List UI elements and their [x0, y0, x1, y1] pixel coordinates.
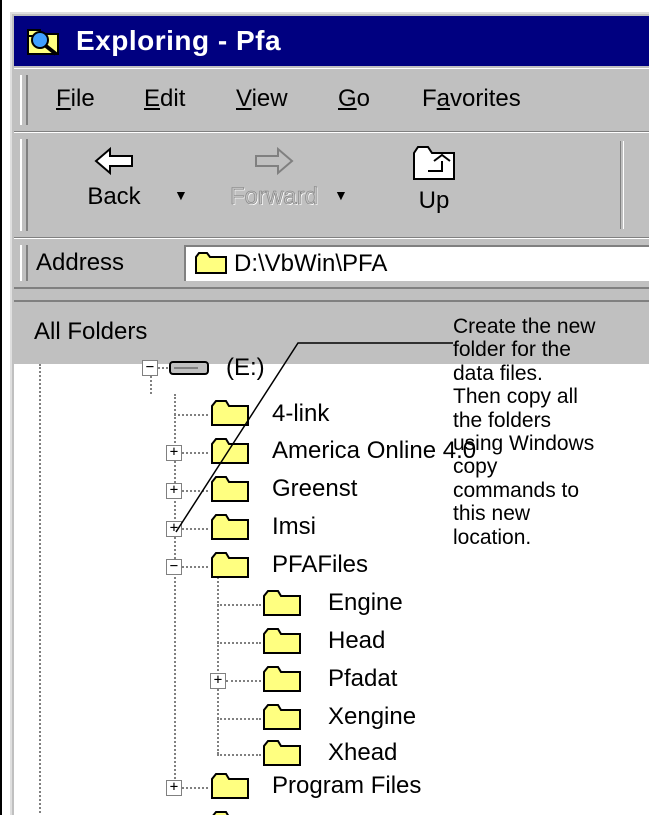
address-bar-grip[interactable] [20, 245, 28, 281]
annotation-line: location. [453, 525, 532, 549]
tree-line [217, 574, 219, 754]
tree-line [39, 364, 41, 815]
tree-item-xengine[interactable]: Xengine [328, 703, 416, 731]
collapse-drive-toggle[interactable]: − [142, 360, 158, 376]
toolbar-separator [620, 141, 624, 229]
folder-icon [195, 252, 227, 274]
tree-item-drive-e[interactable]: (E:) [226, 354, 265, 382]
up-button[interactable]: Up [374, 143, 494, 227]
drive-icon [169, 361, 209, 375]
tree-line [182, 787, 208, 789]
annotation-line: this new [453, 502, 531, 526]
forward-label: Forward [229, 183, 319, 211]
tree-line [217, 642, 261, 644]
annotation-callout: Create the new folder for the data files… [453, 315, 595, 549]
tree-item-america-online[interactable]: America Online 4.0 [272, 437, 476, 465]
folder-icon [263, 740, 301, 766]
expand-toggle[interactable]: + [210, 673, 226, 689]
forward-dropdown-arrow[interactable]: ▼ [334, 187, 348, 203]
expand-toggle[interactable]: + [166, 483, 182, 499]
address-value: D:\VbWin\PFA [234, 250, 388, 277]
forward-arrow-icon [255, 146, 294, 176]
tree-item-pfafiles[interactable]: PFAFiles [272, 551, 368, 579]
expand-toggle[interactable]: + [166, 780, 182, 796]
tree-line [174, 414, 208, 416]
tree-line [158, 367, 168, 369]
folder-icon [211, 773, 249, 799]
menu-view[interactable]: View [236, 85, 288, 113]
tree-line [217, 604, 261, 606]
folders-pane-title: All Folders [34, 318, 148, 345]
annotation-line: using Windows [453, 432, 595, 456]
tree-line [217, 754, 261, 756]
toolbar: Back ▼ Forward ▼ Up [14, 132, 649, 239]
forward-button[interactable]: Forward [214, 143, 334, 227]
tree-item-greenst[interactable]: Greenst [272, 475, 357, 503]
annotation-line: Create the new [453, 315, 596, 338]
folder-icon [211, 438, 249, 464]
folder-icon [211, 476, 249, 502]
menu-edit[interactable]: Edit [144, 85, 185, 113]
tree-item-engine[interactable]: Engine [328, 589, 403, 617]
tree-line [182, 452, 208, 454]
toolbar-grip[interactable] [20, 139, 28, 231]
tree-line [226, 680, 261, 682]
expand-toggle[interactable]: + [166, 521, 182, 537]
tree-item-head[interactable]: Head [328, 627, 385, 655]
back-button[interactable]: Back [54, 143, 174, 227]
annotation-line: Then copy all [453, 385, 578, 409]
annotation-line: folder for the [453, 338, 571, 362]
collapse-toggle[interactable]: − [166, 559, 182, 575]
tree-item-pfadat[interactable]: Pfadat [328, 665, 397, 693]
annotation-line: the folders [453, 408, 552, 432]
address-bar: Address D:\VbWin\PFA [14, 238, 649, 289]
up-folder-icon [413, 146, 455, 180]
tree-line [217, 718, 261, 720]
expand-toggle[interactable]: + [166, 445, 182, 461]
window-title: Exploring - Pfa [76, 25, 282, 56]
annotation-line: commands to [453, 478, 580, 502]
back-label: Back [87, 183, 141, 210]
explorer-icon [26, 26, 62, 56]
annotation-line: data files. [453, 361, 543, 385]
tree-item-xhead[interactable]: Xhead [328, 739, 397, 767]
folder-icon [211, 514, 249, 540]
tree-line [182, 566, 208, 568]
folder-icon [263, 704, 301, 730]
menu-go[interactable]: Go [338, 85, 370, 113]
tree-item-4-link[interactable]: 4-link [272, 400, 329, 428]
back-arrow-icon [94, 146, 133, 176]
annotation-line: copy [453, 455, 498, 479]
address-label: Address [36, 249, 125, 276]
tree-item-program-files[interactable]: Program Files [272, 772, 421, 800]
menu-favorites[interactable]: Favorites [422, 85, 521, 113]
title-bar[interactable]: Exploring - Pfa [14, 16, 649, 66]
up-label: Up [418, 187, 450, 214]
tree-item-imsi[interactable]: Imsi [272, 513, 316, 541]
folder-icon [212, 811, 229, 815]
folder-icon [263, 628, 301, 654]
tree-line [182, 528, 208, 530]
menu-bar: File Edit View Go Favorites [14, 68, 649, 133]
folder-icon [263, 590, 301, 616]
folder-icon [211, 400, 249, 426]
menu-file[interactable]: File [56, 85, 95, 113]
menu-bar-grip[interactable] [20, 75, 28, 125]
back-dropdown-arrow[interactable]: ▼ [174, 187, 188, 203]
tree-line [182, 490, 208, 492]
folder-icon [211, 552, 249, 578]
address-field[interactable]: D:\VbWin\PFA [184, 245, 649, 281]
folder-icon [263, 666, 301, 692]
